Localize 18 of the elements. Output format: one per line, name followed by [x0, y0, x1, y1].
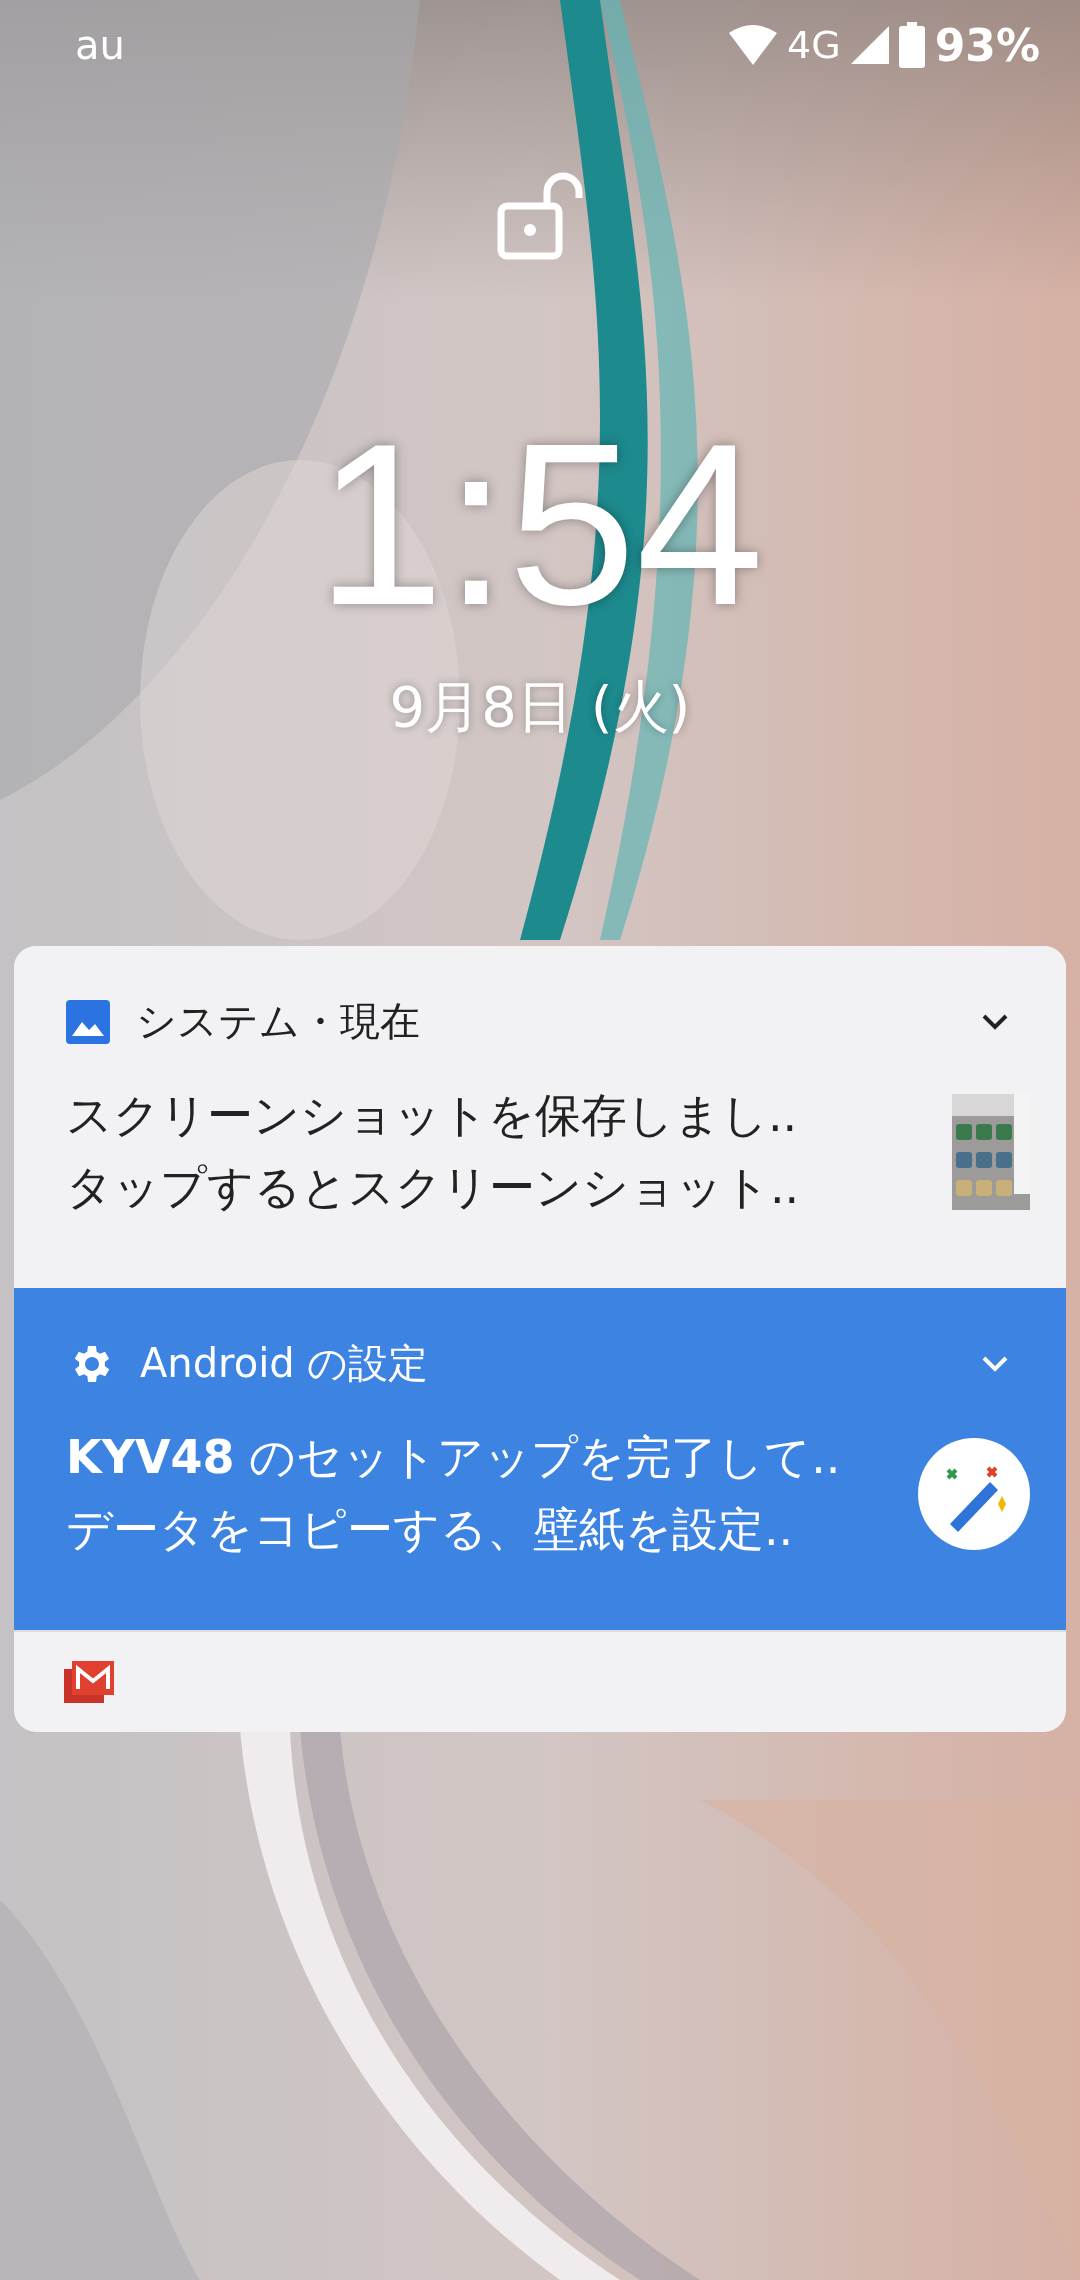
signal-icon: [850, 26, 889, 64]
notification-title: スクリーンショットを保存しまし..: [66, 1087, 799, 1144]
battery-percentage: 93%: [934, 19, 1040, 71]
notification-title: KYV48 のセットアップを完了して..: [66, 1429, 842, 1486]
wifi-icon: [729, 25, 778, 65]
magic-wand-icon: [918, 1438, 1030, 1550]
notification[interactable]: Android の設定 KYV48 のセットアップを完了して.. データをコピーする、壁紙を設定..: [14, 1288, 1066, 1630]
notification-text: タップするとスクリーンショット..: [66, 1159, 801, 1216]
unlocked-padlock-icon: [497, 170, 583, 260]
notification-header: システム・現在: [136, 997, 421, 1046]
network-type: 4G: [787, 23, 841, 67]
mail-icon[interactable]: [64, 1661, 114, 1703]
carrier-name: au: [75, 22, 125, 68]
notification-header: Android の設定: [140, 1339, 430, 1388]
battery-icon: [898, 22, 925, 68]
image-icon: [66, 999, 110, 1044]
notification-text: データをコピーする、壁紙を設定..: [66, 1501, 795, 1558]
screenshot-thumbnail[interactable]: [952, 1094, 1030, 1210]
